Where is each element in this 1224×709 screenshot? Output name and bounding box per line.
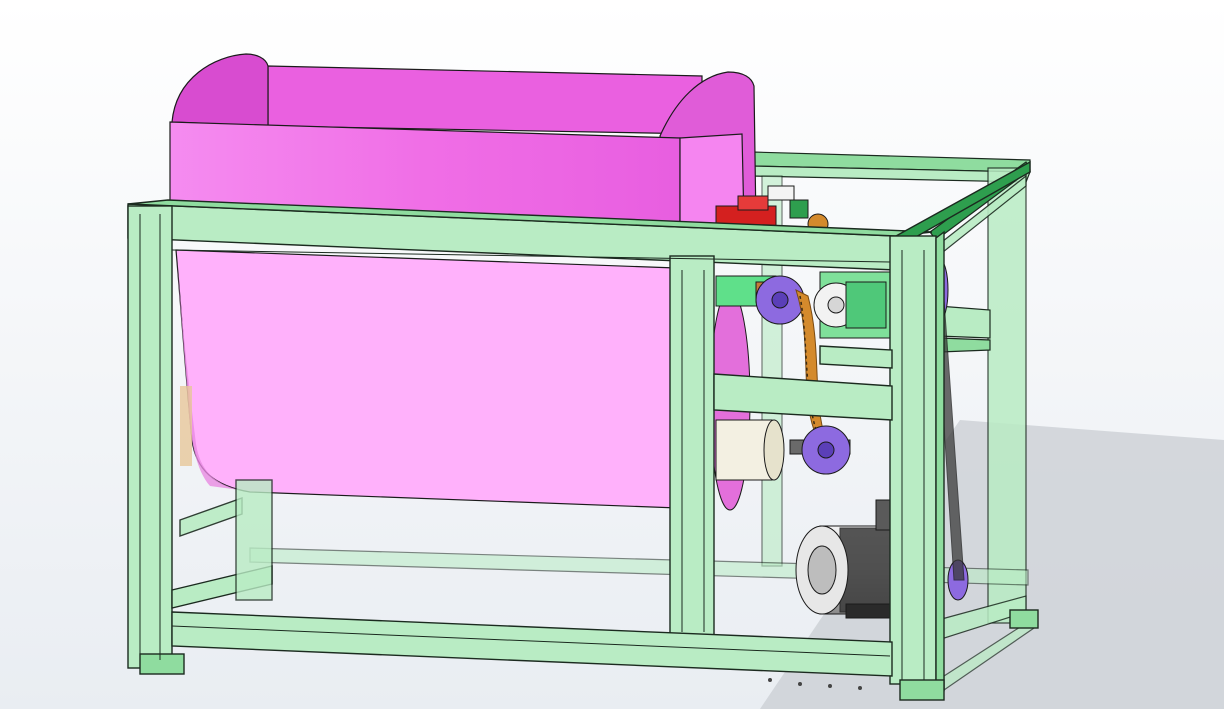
frame-foot-left (139, 653, 185, 675)
frame-post-right[interactable] (889, 235, 937, 685)
drum-body[interactable] (175, 249, 679, 509)
frame-foot-right (899, 679, 945, 701)
tumbling-drum[interactable] (169, 53, 757, 511)
drum-interior (267, 65, 703, 135)
cad-viewport[interactable] (0, 0, 1224, 709)
frame-foot-back (1009, 609, 1039, 629)
drum-left-edge (180, 386, 192, 466)
frame-post-left[interactable] (127, 205, 173, 669)
frame-post-middle[interactable] (669, 255, 715, 637)
